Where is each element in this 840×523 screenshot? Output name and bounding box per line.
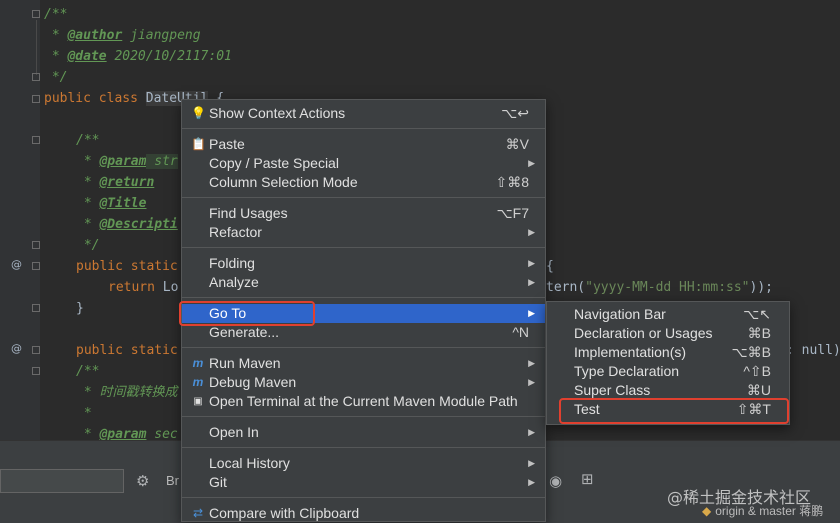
code-line: * @author jiangpeng: [44, 28, 201, 43]
code-line: * @Descripti: [76, 217, 178, 232]
code-line: * @Title: [76, 196, 147, 211]
fold-guide: [36, 20, 37, 75]
menu-separator: [182, 247, 545, 248]
menu-item-run-maven[interactable]: m Run Maven ▶: [182, 354, 545, 373]
override-marker-icon[interactable]: @: [11, 258, 22, 271]
code-line: * @date 2020/10/2117:01: [44, 49, 232, 64]
menu-separator: [182, 347, 545, 348]
search-input[interactable]: [0, 469, 124, 493]
menu-separator: [182, 447, 545, 448]
code-line: */: [76, 238, 100, 253]
code-line: * 时间戳转换成: [76, 385, 178, 400]
submenu-arrow-icon: ▶: [528, 308, 535, 318]
code-line: /**: [76, 133, 100, 148]
code-line: */: [44, 70, 68, 85]
menu-separator: [182, 197, 545, 198]
fold-toggle[interactable]: [32, 241, 40, 249]
menu-item-analyze[interactable]: Analyze ▶: [182, 273, 545, 292]
code-line: *: [76, 406, 92, 421]
submenu-arrow-icon: ▶: [528, 227, 535, 237]
code-line: {: [546, 259, 554, 274]
submenu-arrow-icon: ▶: [528, 427, 535, 437]
override-marker-icon[interactable]: @: [11, 342, 22, 355]
menu-item-show-context-actions[interactable]: 💡 Show Context Actions ⌥↩: [182, 104, 545, 123]
fold-toggle[interactable]: [32, 136, 40, 144]
code-line: * @return: [76, 175, 155, 190]
submenu-item-declaration-or-usages[interactable]: Declaration or Usages ⌘B: [547, 324, 789, 343]
submenu-item-navigation-bar[interactable]: Navigation Bar ⌥↖: [547, 305, 789, 324]
highlight-box-test: [559, 398, 789, 424]
menu-separator: [182, 416, 545, 417]
fold-toggle[interactable]: [32, 367, 40, 375]
highlight-box-go-to: [179, 301, 315, 326]
menu-item-column-selection-mode[interactable]: Column Selection Mode ⇧⌘8: [182, 173, 545, 192]
menu-separator: [182, 497, 545, 498]
submenu-item-type-declaration[interactable]: Type Declaration ^⇧B: [547, 362, 789, 381]
fold-toggle[interactable]: [32, 73, 40, 81]
code-line: }: [76, 301, 84, 316]
code-line: return Lo: [108, 280, 179, 295]
branch-icon: ◆: [702, 504, 712, 518]
paste-icon: 📋: [191, 137, 206, 151]
submenu-arrow-icon: ▶: [528, 258, 535, 268]
submenu-arrow-icon: ▶: [528, 277, 535, 287]
add-frame-icon[interactable]: ⊞: [581, 470, 594, 488]
submenu-arrow-icon: ▶: [528, 477, 535, 487]
code-line: /**: [76, 364, 100, 379]
code-line: : null): [786, 343, 840, 358]
code-line: tern("yyyy-MM-dd HH:mm:ss"));: [546, 280, 773, 295]
submenu-arrow-icon: ▶: [528, 358, 535, 368]
menu-item-git[interactable]: Git ▶: [182, 473, 545, 492]
fold-toggle[interactable]: [32, 262, 40, 270]
menu-item-debug-maven[interactable]: m Debug Maven ▶: [182, 373, 545, 392]
submenu-arrow-icon: ▶: [528, 377, 535, 387]
menu-separator: [182, 128, 545, 129]
menu-item-local-history[interactable]: Local History ▶: [182, 454, 545, 473]
menu-item-copy-paste-special[interactable]: Copy / Paste Special ▶: [182, 154, 545, 173]
maven-icon: m: [192, 356, 204, 370]
compare-icon: ⇄: [192, 506, 204, 520]
menu-item-paste[interactable]: 📋 Paste ⌘V: [182, 135, 545, 154]
submenu-arrow-icon: ▶: [528, 458, 535, 468]
maven-icon: m: [192, 375, 204, 389]
menu-item-find-usages[interactable]: Find Usages ⌥F7: [182, 204, 545, 223]
menu-item-refactor[interactable]: Refactor ▶: [182, 223, 545, 242]
submenu-item-implementations[interactable]: Implementation(s) ⌥⌘B: [547, 343, 789, 362]
menu-separator: [182, 297, 545, 298]
eye-icon[interactable]: ◉: [549, 472, 562, 490]
branch-label[interactable]: Br: [166, 473, 179, 488]
menu-item-open-terminal-maven[interactable]: ▣ Open Terminal at the Current Maven Mod…: [182, 392, 545, 411]
fold-toggle[interactable]: [32, 10, 40, 18]
code-line: /**: [44, 7, 68, 22]
gear-icon[interactable]: ⚙: [136, 472, 149, 490]
fold-toggle[interactable]: [32, 346, 40, 354]
submenu-arrow-icon: ▶: [528, 158, 535, 168]
menu-item-folding[interactable]: Folding ▶: [182, 254, 545, 273]
bulb-icon: 💡: [191, 106, 206, 120]
code-line: * @param str: [76, 154, 178, 169]
vcs-status[interactable]: ◆ origin & master 蒋鹏: [702, 502, 823, 519]
menu-item-open-in[interactable]: Open In ▶: [182, 423, 545, 442]
menu-item-compare-with-clipboard[interactable]: ⇄ Compare with Clipboard: [182, 504, 545, 523]
code-line: public static: [76, 259, 178, 274]
terminal-icon: ▣: [193, 396, 203, 407]
fold-toggle[interactable]: [32, 95, 40, 103]
code-line: public static: [76, 343, 178, 358]
fold-toggle[interactable]: [32, 304, 40, 312]
editor-gutter: @ @: [0, 0, 40, 440]
